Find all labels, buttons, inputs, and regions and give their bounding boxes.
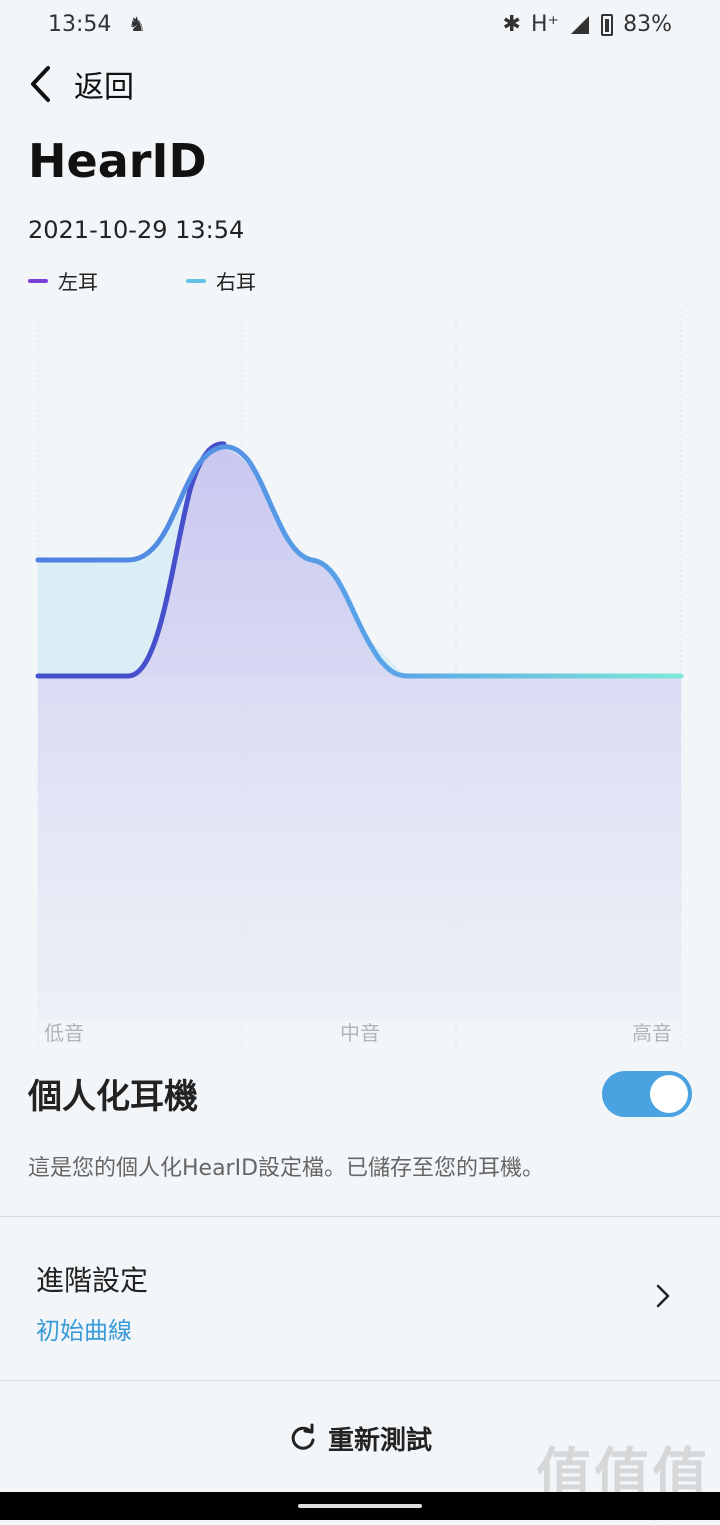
test-timestamp: 2021-10-29 13:54 [28,216,245,244]
x-label-mid: 中音 [340,1021,380,1045]
advanced-settings-value: 初始曲線 [36,1317,132,1345]
status-bar: 13:54 ♞ ✱ H⁺ 83% [0,0,720,52]
status-icons: ✱ H⁺ 83% [503,12,673,37]
retest-label: 重新測試 [327,1425,432,1456]
signal-icon [571,15,590,34]
page-title: HearID [28,134,207,188]
refresh-icon [291,1423,315,1450]
toggle-knob [650,1075,688,1113]
chevron-right-icon [656,1284,670,1308]
navigation-bar [0,1492,720,1520]
legend-swatch-right [186,278,206,283]
status-time: 13:54 [48,12,112,37]
legend-label-right: 右耳 [216,270,256,294]
legend-swatch-left [28,278,48,283]
personalize-toggle[interactable] [602,1071,692,1117]
chevron-left-icon [31,66,50,102]
personalize-title: 個人化耳機 [28,1077,198,1117]
personalize-description: 這是您的個人化HearID設定檔。已儲存至您的耳機。 [28,1156,545,1181]
x-label-high: 高音 [632,1021,672,1045]
divider [0,1380,720,1381]
legend-item-right-ear: 右耳 [186,266,344,295]
hearing-profile-chart: 低音 中音 高音 [35,310,684,1050]
advanced-settings-row[interactable]: 進階設定 初始曲線 [0,1217,720,1379]
battery-icon [601,13,614,36]
x-label-low: 低音 [44,1021,84,1045]
combined-area [38,449,681,1021]
network-type: H⁺ [530,12,560,37]
advanced-settings-title: 進階設定 [36,1264,149,1297]
bluetooth-icon: ✱ [502,12,521,37]
notification-icon: ♞ [128,12,146,36]
back-label: 返回 [74,70,134,105]
legend-label-left: 左耳 [58,270,98,294]
home-handle[interactable] [298,1504,422,1508]
chart-legend: 左耳 右耳 [28,266,344,295]
legend-item-left-ear: 左耳 [28,266,186,295]
personalize-row: 個人化耳機 [28,1065,692,1121]
battery-percent: 83% [623,12,672,37]
back-button[interactable]: 返回 [28,64,134,105]
